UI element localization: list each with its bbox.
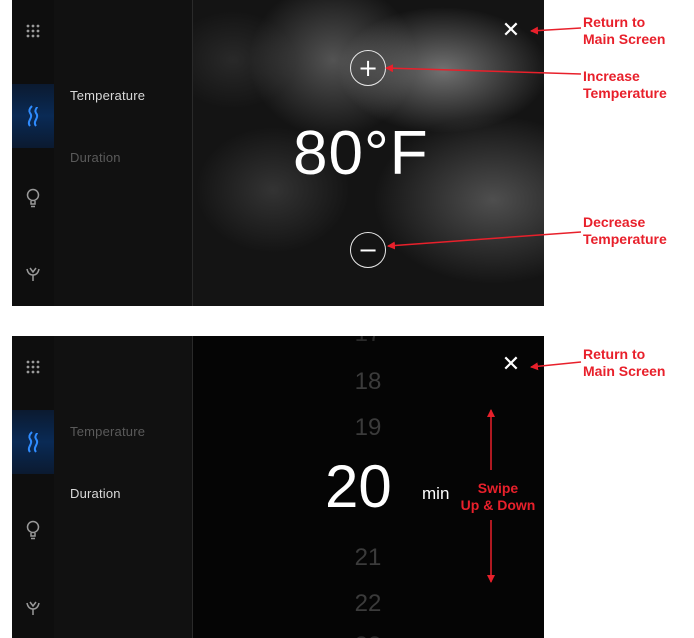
temperature-stage: ✕ + 80°F − (193, 0, 544, 306)
menu-item-temperature[interactable]: Temperature (70, 88, 145, 103)
annotation-swipe: Swipe Up & Down (460, 480, 536, 513)
increase-temperature-button[interactable]: + (350, 50, 386, 86)
steam-icon[interactable] (12, 104, 54, 128)
grid-icon[interactable] (12, 360, 54, 374)
menu-item-duration[interactable]: Duration (70, 486, 121, 501)
icon-rail (12, 336, 55, 638)
menu-item-duration[interactable]: Duration (70, 150, 121, 165)
duration-option[interactable]: 21 (333, 544, 403, 572)
annotation-return-main-top: Return to Main Screen (583, 14, 666, 47)
duration-current: 20 (325, 453, 392, 520)
duration-option[interactable]: 22 (333, 590, 403, 618)
settings-menu: Temperature Duration (54, 336, 193, 638)
flower-icon[interactable] (12, 600, 54, 616)
menu-item-temperature[interactable]: Temperature (70, 424, 145, 439)
close-icon[interactable]: ✕ (500, 354, 522, 376)
duration-unit: min (422, 484, 450, 503)
steam-icon[interactable] (12, 430, 54, 454)
annotation-decrease-temperature: Decrease Temperature (583, 214, 667, 247)
icon-rail (12, 0, 55, 306)
grid-icon[interactable] (12, 24, 54, 38)
duration-option[interactable]: 17 (333, 336, 403, 348)
duration-option[interactable]: 19 (333, 414, 403, 442)
annotation-return-main-bottom: Return to Main Screen (583, 346, 666, 379)
duration-option[interactable]: 18 (333, 368, 403, 396)
lightbulb-icon[interactable] (12, 520, 54, 540)
lightbulb-icon[interactable] (12, 188, 54, 208)
flower-icon[interactable] (12, 266, 54, 282)
duration-option[interactable]: 23 (333, 632, 403, 638)
close-icon[interactable]: ✕ (500, 20, 522, 42)
settings-menu: Temperature Duration (54, 0, 193, 306)
temperature-screen: Temperature Duration ✕ + 80°F − (12, 0, 544, 306)
temperature-value: 80°F (293, 119, 429, 188)
decrease-temperature-button[interactable]: − (350, 232, 386, 268)
annotation-increase-temperature: Increase Temperature (583, 68, 667, 101)
